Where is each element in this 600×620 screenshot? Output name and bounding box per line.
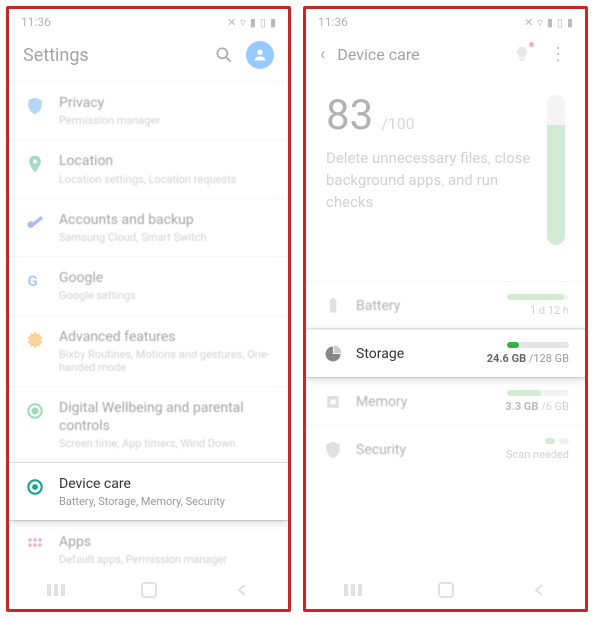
page-title: Settings xyxy=(23,45,202,66)
nav-bar xyxy=(9,569,288,609)
metric-label: Memory xyxy=(356,394,493,410)
settings-header: Settings xyxy=(9,33,288,81)
search-icon[interactable] xyxy=(212,43,236,67)
shield-icon xyxy=(23,94,47,118)
google-icon: G xyxy=(23,269,47,293)
settings-item-accounts-and-backup[interactable]: Accounts and backup Samsung Cloud, Smart… xyxy=(9,198,288,256)
metric-bar xyxy=(507,294,569,300)
svg-text:G: G xyxy=(28,272,38,290)
key-icon xyxy=(23,211,47,235)
status-icons: ✕ ▿ ▮ ▯ ▮ xyxy=(227,16,276,29)
item-subtitle: Samsung Cloud, Smart Switch xyxy=(59,231,274,244)
memory-icon xyxy=(322,391,344,413)
settings-item-google[interactable]: G Google Google settings xyxy=(9,256,288,314)
network-icon: ▯ xyxy=(260,16,266,29)
gear-icon xyxy=(23,328,47,352)
item-title: Digital Wellbeing and parental controls xyxy=(59,399,274,435)
score-value: 83 xyxy=(326,91,373,140)
item-subtitle: Location settings, Location requests xyxy=(59,173,274,186)
battery-icon: ▮ xyxy=(270,16,276,29)
nav-recent[interactable] xyxy=(36,583,76,597)
tips-icon[interactable] xyxy=(511,43,533,65)
nav-home[interactable] xyxy=(426,581,466,599)
battery-icon: ▮ xyxy=(567,16,573,29)
vibrate-icon: ✕ xyxy=(524,16,533,29)
battery-icon xyxy=(322,295,344,317)
metric-value: 24.6 GB /128 GB xyxy=(487,352,569,365)
metric-storage[interactable]: Storage 24.6 GB /128 GB xyxy=(306,329,585,377)
metric-security[interactable]: Security Scan needed xyxy=(306,425,585,473)
settings-item-device-care[interactable]: Device care Battery, Storage, Memory, Se… xyxy=(9,463,288,520)
score-bar xyxy=(547,95,565,245)
security-icon xyxy=(322,439,344,461)
metrics-list: Battery 1 d 12 h Storage 24.6 GB /128 GB… xyxy=(306,281,585,473)
item-subtitle: Permission manager xyxy=(59,114,274,127)
item-subtitle: Bixby Routines, Motions and gestures, On… xyxy=(59,348,274,374)
nav-recent[interactable] xyxy=(333,583,373,597)
page-title: Device care xyxy=(337,45,499,64)
signal-icon: ▮ xyxy=(250,16,256,29)
settings-item-digital-wellbeing-and-parental-controls[interactable]: Digital Wellbeing and parental controls … xyxy=(9,386,288,463)
settings-item-advanced-features[interactable]: Advanced features Bixby Routines, Motion… xyxy=(9,315,288,387)
status-bar: 11:36 ✕ ▿ ▮ ▯ ▮ xyxy=(9,9,288,33)
score-tip: Delete unnecessary files, close backgrou… xyxy=(326,148,537,213)
vibrate-icon: ✕ xyxy=(227,16,236,29)
nav-back[interactable] xyxy=(222,583,262,597)
device-care-header: ‹ Device care ⋮ xyxy=(306,33,585,73)
status-bar: 11:36 ✕ ▿ ▮ ▯ ▮ xyxy=(306,9,585,33)
security-status-dots xyxy=(506,438,569,444)
metric-value: 1 d 12 h xyxy=(507,304,569,317)
wifi-icon: ▿ xyxy=(240,16,246,29)
item-subtitle: Battery, Storage, Memory, Security xyxy=(59,495,274,508)
apps-icon xyxy=(23,533,47,557)
item-title: Apps xyxy=(59,533,274,551)
profile-avatar[interactable] xyxy=(246,41,274,69)
wifi-icon: ▿ xyxy=(537,16,543,29)
nav-back[interactable] xyxy=(519,583,559,597)
score-max: /100 xyxy=(381,114,415,133)
status-icons: ✕ ▿ ▮ ▯ ▮ xyxy=(524,16,573,29)
more-icon[interactable]: ⋮ xyxy=(545,44,571,65)
devicecare-icon xyxy=(23,475,47,499)
settings-item-location[interactable]: Location Location settings, Location req… xyxy=(9,139,288,197)
signal-icon: ▮ xyxy=(547,16,553,29)
metric-label: Battery xyxy=(356,298,495,314)
clock: 11:36 xyxy=(318,15,348,29)
metric-value: 3.3 GB /6 GB xyxy=(505,400,569,413)
settings-item-privacy[interactable]: Privacy Permission manager xyxy=(9,81,288,139)
storage-icon xyxy=(322,343,344,365)
settings-item-apps[interactable]: Apps Default apps, Permission manager xyxy=(9,520,288,569)
item-title: Location xyxy=(59,152,274,170)
nav-home[interactable] xyxy=(129,581,169,599)
metric-memory[interactable]: Memory 3.3 GB /6 GB xyxy=(306,377,585,425)
metric-bar xyxy=(507,390,569,396)
metric-value: Scan needed xyxy=(506,448,569,461)
item-title: Accounts and backup xyxy=(59,211,274,229)
metric-label: Storage xyxy=(356,346,475,362)
metric-battery[interactable]: Battery 1 d 12 h xyxy=(306,281,585,329)
settings-list: Privacy Permission manager Location Loca… xyxy=(9,81,288,569)
clock: 11:36 xyxy=(21,15,51,29)
score-area: 83 /100 Delete unnecessary files, close … xyxy=(306,73,585,253)
wellbeing-icon xyxy=(23,399,47,423)
item-subtitle: Default apps, Permission manager xyxy=(59,553,274,566)
settings-screen: 11:36 ✕ ▿ ▮ ▯ ▮ Settings Privacy Permiss… xyxy=(6,6,291,612)
metric-bar xyxy=(507,342,569,348)
nav-bar xyxy=(306,569,585,609)
item-subtitle: Google settings xyxy=(59,289,274,302)
item-title: Google xyxy=(59,269,274,287)
item-subtitle: Screen time, App timers, Wind Down xyxy=(59,437,274,450)
item-title: Privacy xyxy=(59,94,274,112)
device-care-screen: 11:36 ✕ ▿ ▮ ▯ ▮ ‹ Device care ⋮ 83 /100 … xyxy=(303,6,588,612)
item-title: Device care xyxy=(59,475,274,493)
item-title: Advanced features xyxy=(59,328,274,346)
metric-label: Security xyxy=(356,442,494,458)
back-icon[interactable]: ‹ xyxy=(320,44,325,65)
network-icon: ▯ xyxy=(557,16,563,29)
pin-icon xyxy=(23,152,47,176)
